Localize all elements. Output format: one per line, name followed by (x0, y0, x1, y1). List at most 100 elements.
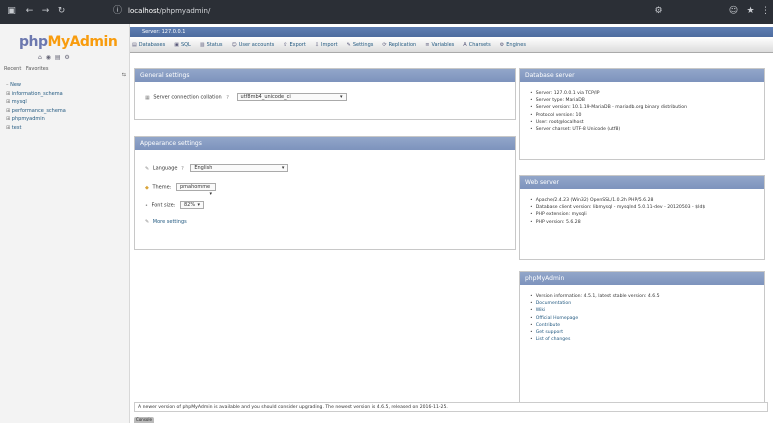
help-icon[interactable]: ? (226, 95, 229, 101)
collation-select[interactable]: utf8mb4_unicode_ci ▾ (236, 93, 347, 101)
security-info-icon[interactable]: ⓘ (112, 6, 123, 17)
database-server-panel: Database server Server: 127.0.0.1 via TC… (519, 68, 765, 160)
bookmark-icon[interactable]: ★ (745, 6, 756, 17)
general-settings-panel: General settings ▦ Server connection col… (134, 68, 516, 120)
theme-label: Theme: (152, 184, 172, 191)
panel-title: General settings (135, 69, 515, 82)
language-value: English (194, 165, 213, 171)
tab-status[interactable]: ▥ Status (200, 42, 223, 48)
chevron-down-icon: ▾ (340, 94, 343, 100)
wrench-icon: ✎ (145, 219, 150, 225)
list-item: Server charset: UTF-8 Unicode (utf8) (530, 127, 687, 134)
list-item: PHP extension: mysqli (530, 212, 705, 219)
tab-replication[interactable]: ⟳ Replication (382, 42, 416, 48)
reload-icon[interactable]: ↻ (56, 6, 67, 17)
engines-icon: ⚙ (499, 41, 505, 48)
web-server-list: Apache/2.4.23 (Win32) OpenSSL/1.0.2h PHP… (530, 198, 706, 227)
collation-label: Server connection collation (153, 94, 222, 101)
appearance-settings-panel: Appearance settings ✎ Language ? English… (134, 136, 516, 250)
tab-variables[interactable]: ≡ Variables (425, 42, 454, 48)
address-bar[interactable]: localhost/phpmyadmin/ (128, 5, 278, 17)
profile-icon[interactable]: ☺ (728, 6, 739, 17)
tab-label: Settings (352, 41, 374, 48)
status-icon: ▥ (199, 41, 205, 48)
theme-icon: ◆ (145, 184, 149, 191)
extensions-icon[interactable]: ⚙ (653, 6, 664, 17)
user-icon: ☺ (231, 41, 237, 48)
theme-select[interactable]: pmahomme ▾ (175, 183, 216, 197)
back-icon[interactable]: ← (24, 6, 35, 17)
list-item: Protocol version: 10 (530, 113, 687, 120)
tab-charsets[interactable]: A Charsets (463, 42, 490, 48)
collation-icon: ▦ (145, 94, 150, 101)
bullet-icon: • (145, 202, 148, 209)
db-tree-item[interactable]: ⊞ performance_schema (6, 108, 66, 117)
tab-databases[interactable]: ▤ Databases (132, 42, 165, 48)
tab-label: Export (289, 41, 306, 48)
chevron-down-icon: ▾ (209, 191, 212, 197)
chevron-down-icon: ▾ (281, 165, 285, 171)
db-name: performance_schema (11, 107, 66, 114)
url-path: /phpmyadmin/ (159, 7, 211, 15)
wiki-link[interactable]: Wiki (530, 308, 660, 315)
sidebar-nav-icons[interactable]: ⌂ ◉ ▤ ⚙ (38, 54, 71, 61)
phpmyadmin-list: Version information: 4.5.1, latest stabl… (530, 294, 660, 344)
tab-sql[interactable]: ▣ SQL (174, 42, 191, 48)
charsets-icon: A (463, 41, 467, 48)
sql-icon: ▣ (174, 41, 179, 48)
phpmyadmin-panel: phpMyAdmin Version information: 4.5.1, l… (519, 271, 765, 405)
help-icon[interactable]: ? (181, 166, 184, 172)
tabs-icon[interactable]: ▣ (6, 6, 17, 17)
forward-icon[interactable]: → (40, 6, 51, 17)
theme-value: pmahomme (179, 184, 211, 190)
console-toggle[interactable]: Console (134, 417, 154, 423)
db-tree-new[interactable]: – New (6, 82, 66, 91)
link-icon[interactable]: ⇆ (122, 72, 126, 78)
db-tree-item[interactable]: ⊞ test (6, 125, 66, 134)
tab-settings[interactable]: ✎ Settings (347, 42, 374, 48)
contribute-link[interactable]: Contribute (530, 323, 660, 330)
panel-title: Database server (520, 69, 764, 82)
tab-user-accounts[interactable]: ☺ User accounts (232, 42, 275, 48)
db-name: information_schema (11, 90, 63, 97)
fontsize-label: Font size: (151, 202, 176, 209)
db-new-label: New (10, 82, 21, 88)
tab-import[interactable]: ⇩ Import (315, 42, 338, 48)
url-host: localhost (128, 7, 160, 15)
tab-label: Engines (506, 41, 526, 48)
tab-engines[interactable]: ⚙ Engines (500, 42, 526, 48)
breadcrumb[interactable]: Server: 127.0.0.1 (130, 27, 773, 37)
db-tree-item[interactable]: ⊞ phpmyadmin (6, 116, 66, 125)
settings-icon: ✎ (346, 41, 351, 48)
collation-row: ▦ Server connection collation ? utf8mb4_… (145, 93, 347, 101)
language-label: Language (152, 165, 178, 172)
db-name: mysql (11, 99, 27, 105)
chevron-down-icon: ▾ (197, 202, 200, 208)
phpmyadmin-logo[interactable]: phpMyAdmin (19, 34, 118, 50)
web-server-panel: Web server Apache/2.4.23 (Win32) OpenSSL… (519, 175, 765, 260)
tab-label: Replication (388, 41, 417, 48)
recent-tab[interactable]: Recent (4, 66, 21, 72)
homepage-link[interactable]: Official Homepage (530, 316, 660, 323)
export-icon: ⇧ (283, 41, 288, 48)
db-name: phpmyadmin (11, 116, 45, 122)
menu-icon[interactable]: ⋮ (760, 6, 771, 17)
panel-title: Appearance settings (135, 137, 515, 150)
fontsize-value: 82% (184, 202, 196, 208)
fontsize-select[interactable]: 82% ▾ (180, 201, 204, 209)
changes-link[interactable]: List of changes (530, 337, 660, 344)
favorites-tab[interactable]: Favorites (26, 66, 49, 72)
more-settings-row: ✎ More settings (145, 219, 187, 225)
main-content: Server: 127.0.0.1 ▤ Databases ▣ SQL ▥ Statu… (130, 24, 773, 423)
more-settings-link[interactable]: More settings (153, 219, 187, 225)
db-tree-item[interactable]: ⊞ mysql (6, 99, 66, 108)
tab-export[interactable]: ⇧ Export (283, 42, 306, 48)
language-icon: ✎ (145, 165, 150, 172)
language-row: ✎ Language ? English ▾ (145, 164, 289, 172)
db-tree-item[interactable]: ⊞ information_schema (6, 91, 66, 100)
collation-value: utf8mb4_unicode_ci (240, 94, 291, 100)
replication-icon: ⟳ (382, 41, 387, 48)
update-notice: A newer version of phpMyAdmin is availab… (134, 402, 768, 412)
language-select[interactable]: English ▾ (190, 164, 289, 172)
documentation-link[interactable]: Documentation (530, 301, 660, 308)
